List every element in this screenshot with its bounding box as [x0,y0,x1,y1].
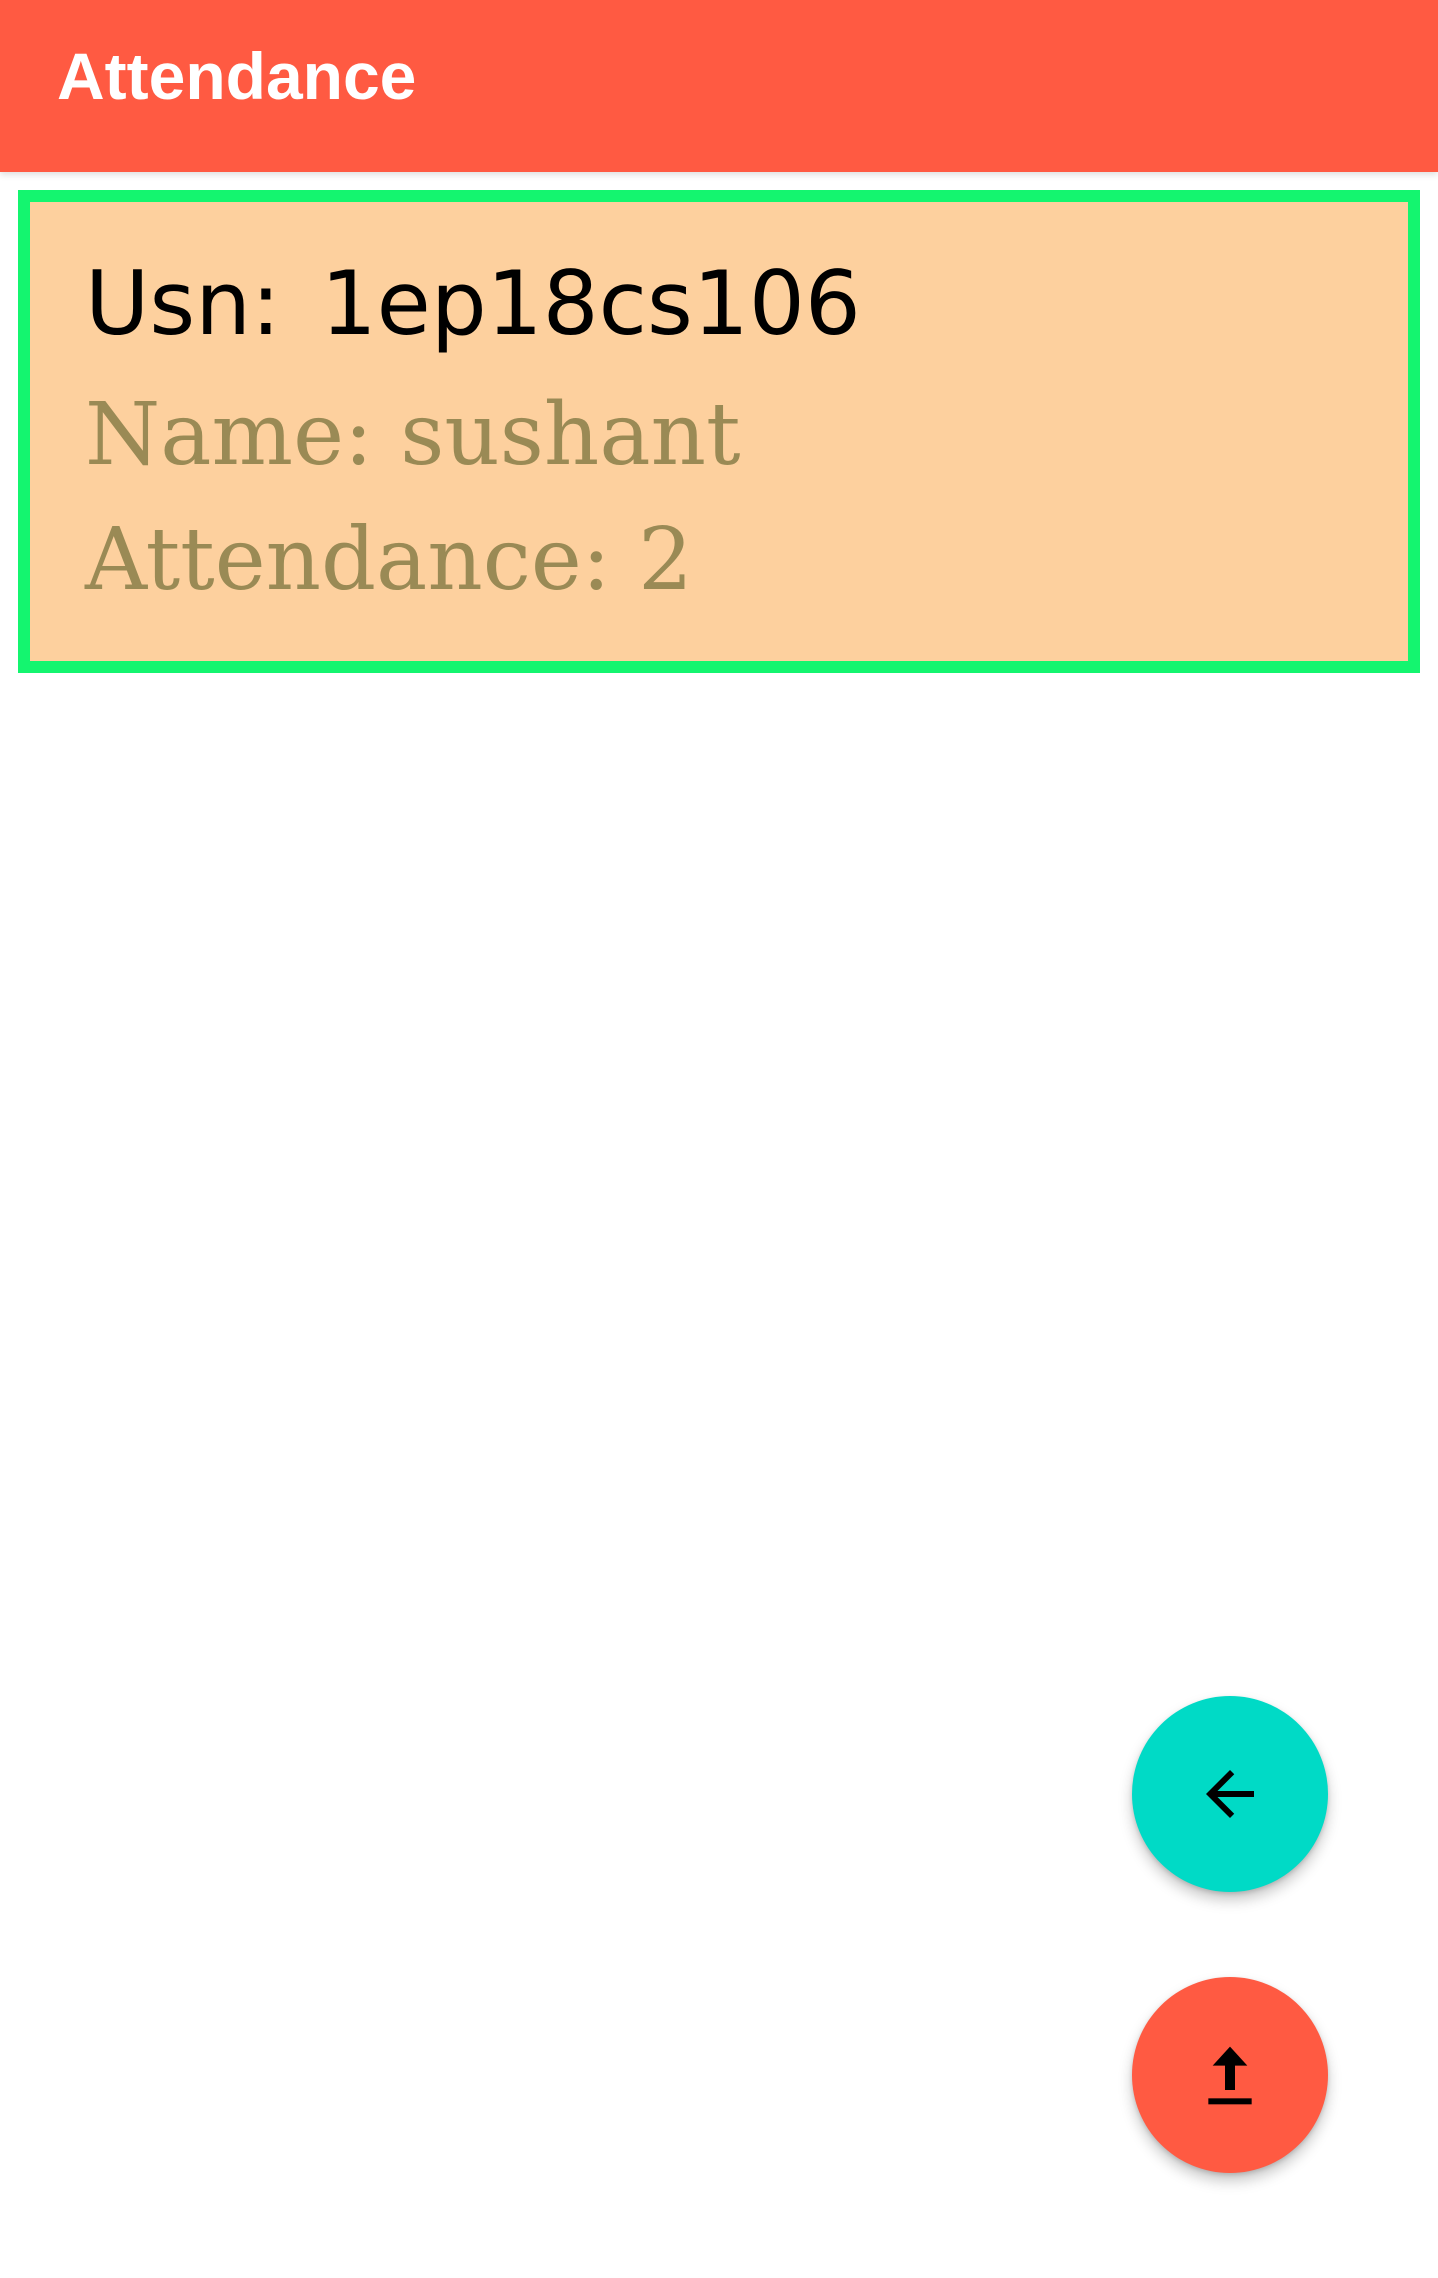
student-name: Name: sushant [85,385,741,485]
usn-label: Usn: [85,252,281,355]
attendance-screen: Attendance Usn: 1ep18cs106 Name: sushant … [0,0,1438,2278]
arrow-back-icon [1206,1770,1254,1818]
app-bar: Attendance [0,0,1438,172]
upload-button[interactable] [1132,1977,1328,2173]
back-button[interactable] [1132,1696,1328,1892]
attendance-count: Attendance: 2 [85,510,693,610]
usn-row: Usn: 1ep18cs106 [85,254,861,354]
app-bar-title: Attendance [57,39,417,113]
attendance-record-card[interactable]: Usn: 1ep18cs106 Name: sushant Attendance:… [18,190,1420,673]
usn-value: 1ep18cs106 [320,252,861,355]
upload-icon [1208,2046,1252,2105]
